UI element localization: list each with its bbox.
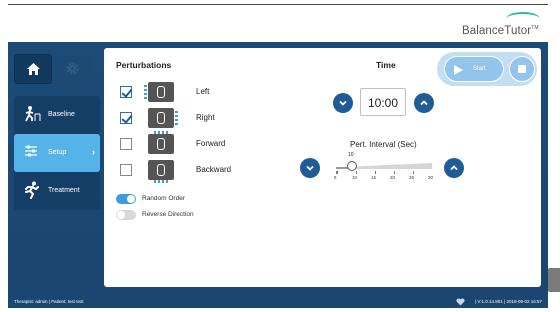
perturbation-backward-checkbox[interactable] (120, 164, 132, 176)
interval-decrease-button[interactable] (300, 158, 320, 178)
chevron-up-icon (450, 165, 458, 171)
perturbation-left-row: Left (120, 82, 280, 102)
gear-icon (66, 62, 79, 75)
logo-arc (506, 12, 540, 26)
interval-tick-label: 10 (352, 175, 358, 180)
interval-increase-button[interactable] (444, 158, 464, 178)
top-divider (8, 4, 548, 5)
home-icon (27, 63, 40, 75)
interval-tick-label: 30 (428, 175, 434, 180)
play-icon (454, 65, 463, 75)
perturbation-forward-checkbox[interactable] (120, 138, 132, 150)
baseline-walker-icon (25, 106, 41, 122)
time-display: 10:00 (360, 88, 406, 116)
reverse-direction-label: Reverse Direction (142, 211, 194, 218)
time-increase-button[interactable] (414, 93, 434, 113)
random-order-toggle[interactable] (116, 194, 136, 204)
interval-tick-label: 5 (334, 175, 337, 180)
start-button[interactable]: Start (444, 56, 504, 82)
interval-slider-ticks (336, 171, 432, 174)
time-title: Time (376, 60, 396, 70)
session-controls: Start (437, 52, 537, 86)
nav-item-setup[interactable]: Setup › (14, 134, 100, 172)
status-version-time: | V:1.0.14.801 | 2018-09-02 16:57 (475, 299, 542, 304)
nav-label-setup: Setup (48, 149, 67, 156)
random-order-label: Random Order (142, 195, 185, 202)
side-pull-tab[interactable] (548, 268, 560, 292)
brand-name: BalanceTutor (462, 25, 532, 37)
time-value: 10:00 (367, 96, 399, 110)
chevron-right-icon: › (92, 147, 95, 157)
interval-title: Pert. Interval (Sec) (350, 140, 417, 149)
perturbation-left-icon (144, 82, 174, 102)
perturbation-right-label: Right (196, 113, 215, 122)
nav-item-baseline[interactable]: Baseline (14, 96, 100, 134)
app-area: Baseline Setup › Treatment Perturbations (8, 42, 548, 308)
settings-button[interactable] (54, 54, 92, 84)
nav-item-treatment[interactable]: Treatment (14, 172, 100, 210)
chevron-down-icon (306, 165, 314, 171)
home-button[interactable] (14, 54, 52, 84)
nav-label-baseline: Baseline (48, 111, 75, 118)
stop-button[interactable] (509, 56, 535, 82)
balancetutor-screen: BalanceTutorTM Baseline Setup › Treatmen… (0, 0, 560, 312)
perturbation-backward-label: Backward (196, 165, 232, 174)
perturbation-forward-icon (148, 131, 174, 154)
perturbation-forward-label: Forward (196, 139, 226, 148)
interval-tick-label: 25 (409, 175, 415, 180)
treatment-runner-icon (25, 181, 39, 199)
perturbation-backward-row: Backward (120, 160, 280, 183)
brand-trademark: TM (531, 25, 539, 31)
setup-panel: Perturbations Left Right Forward Backwar… (104, 48, 541, 287)
reverse-direction-toggle[interactable] (116, 210, 136, 220)
perturbation-right-checkbox[interactable] (120, 112, 132, 124)
interval-tick-label: 20 (390, 175, 396, 180)
perturbation-forward-row: Forward (120, 131, 280, 154)
perturbation-backward-icon (148, 160, 174, 183)
brand-logo: BalanceTutorTM (458, 12, 548, 40)
perturbations-title: Perturbations (116, 60, 172, 70)
start-label: Start (473, 66, 486, 72)
perturbation-left-label: Left (196, 87, 210, 96)
interval-slider-handle[interactable] (347, 161, 357, 171)
time-decrease-button[interactable] (333, 93, 353, 113)
chevron-down-icon (339, 100, 347, 106)
status-user-info: Therapist: admin | Patient: test test (14, 299, 84, 304)
status-bar: Therapist: admin | Patient: test test | … (8, 296, 548, 308)
stop-icon (518, 65, 526, 73)
setup-sliders-icon (25, 145, 37, 157)
perturbation-right-icon (148, 108, 178, 128)
chevron-up-icon (420, 100, 428, 106)
nav-label-treatment: Treatment (48, 187, 80, 194)
perturbation-right-row: Right (120, 108, 280, 128)
heart-icon (456, 298, 465, 306)
perturbation-left-checkbox[interactable] (120, 86, 132, 98)
interval-tick-label: 15 (371, 175, 377, 180)
interval-slider-value: 10 (348, 152, 354, 158)
